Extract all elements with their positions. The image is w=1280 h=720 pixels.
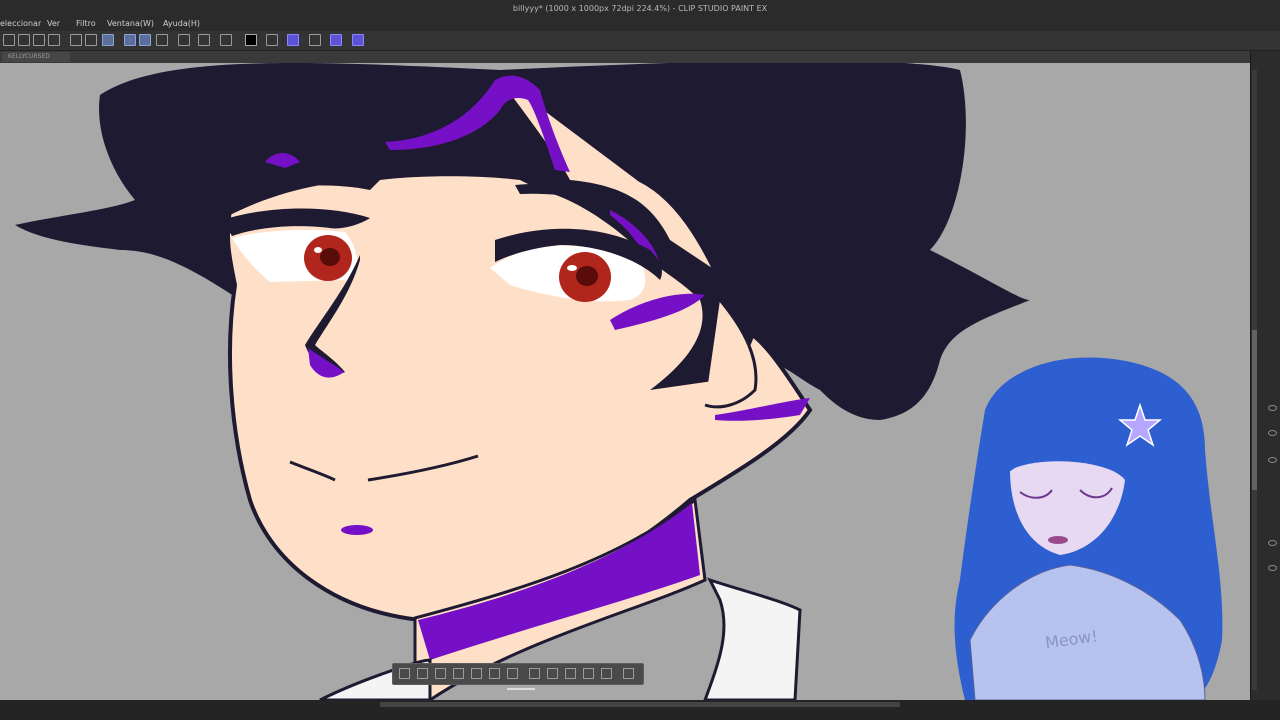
fill-icon[interactable]	[583, 668, 594, 679]
menu-bar: eleccionar Ver Filtro Ventana(W) Ayuda(H…	[0, 17, 1280, 31]
pen-tool-icon[interactable]	[220, 34, 232, 46]
command-bar	[0, 31, 1280, 51]
crop-selection-icon[interactable]	[435, 668, 446, 679]
undo-icon[interactable]	[198, 34, 210, 46]
lip	[341, 525, 373, 535]
menu-filter[interactable]: Filtro	[76, 17, 96, 31]
window-title: billyyy* (1000 x 1000px 72dpi 224.4%) - …	[512, 4, 768, 13]
select-all-icon[interactable]	[3, 34, 15, 46]
layer-visibility-icon[interactable]	[1268, 457, 1277, 463]
copy-icon[interactable]	[547, 668, 558, 679]
settings-icon[interactable]	[489, 668, 500, 679]
menu-select[interactable]: eleccionar	[0, 17, 41, 31]
document-tab[interactable]: KELLYCURSED	[2, 52, 70, 62]
layer-visibility-icon[interactable]	[1268, 405, 1277, 411]
pencil-icon[interactable]	[309, 34, 321, 46]
layer-visibility-icon[interactable]	[1268, 565, 1277, 571]
menu-view[interactable]: Ver	[47, 17, 60, 31]
crop-icon[interactable]	[85, 34, 97, 46]
layer-visibility-icon[interactable]	[1268, 430, 1277, 436]
deselect-icon[interactable]	[399, 668, 410, 679]
canvas-handle[interactable]	[507, 688, 535, 690]
artwork: Meow!	[15, 63, 1223, 700]
expand-selection-icon[interactable]	[48, 34, 60, 46]
tab-bar: KELLYCURSED	[0, 51, 1250, 63]
lasso-icon[interactable]	[330, 34, 342, 46]
main-color-swatch[interactable]	[245, 34, 257, 46]
left-eye-shine	[314, 247, 322, 253]
vtuber-avatar: Meow!	[954, 357, 1223, 700]
vertical-scrollbar[interactable]	[1252, 70, 1257, 690]
cut-icon[interactable]	[529, 668, 540, 679]
snap-ruler-icon[interactable]	[124, 34, 136, 46]
drawing-canvas[interactable]: Meow!	[0, 63, 1250, 700]
fill-selection-icon[interactable]	[507, 668, 518, 679]
layer-visibility-icon[interactable]	[1268, 540, 1277, 546]
menu-help[interactable]: Ayuda(H)	[163, 17, 200, 31]
right-pupil	[576, 266, 598, 286]
layer-color-icon[interactable]	[352, 34, 364, 46]
right-eye-shine	[567, 265, 577, 271]
clear-outside-icon[interactable]	[70, 34, 82, 46]
clear-icon[interactable]	[417, 668, 428, 679]
invert-selection-icon[interactable]	[33, 34, 45, 46]
expand-icon[interactable]	[453, 668, 464, 679]
left-pupil	[320, 248, 340, 266]
pattern-icon[interactable]	[601, 668, 612, 679]
scrollbar-thumb[interactable]	[1252, 330, 1257, 490]
floating-selection-launcher	[392, 663, 644, 685]
vtuber-mouth	[1048, 536, 1068, 544]
fill-tool-icon[interactable]	[287, 34, 299, 46]
snap-special-ruler-icon[interactable]	[139, 34, 151, 46]
snap-grid-icon[interactable]	[156, 34, 168, 46]
paste-icon[interactable]	[565, 668, 576, 679]
show-selection-icon[interactable]	[102, 34, 114, 46]
brush-tool-icon[interactable]	[266, 34, 278, 46]
menu-window[interactable]: Ventana(W)	[107, 17, 154, 31]
title-bar: billyyy* (1000 x 1000px 72dpi 224.4%) - …	[0, 0, 1280, 17]
shrink-icon[interactable]	[471, 668, 482, 679]
ruler-icon[interactable]	[178, 34, 190, 46]
deselect-icon[interactable]	[18, 34, 30, 46]
horizontal-scrollbar[interactable]	[380, 702, 900, 707]
more-options-icon[interactable]	[623, 668, 634, 679]
